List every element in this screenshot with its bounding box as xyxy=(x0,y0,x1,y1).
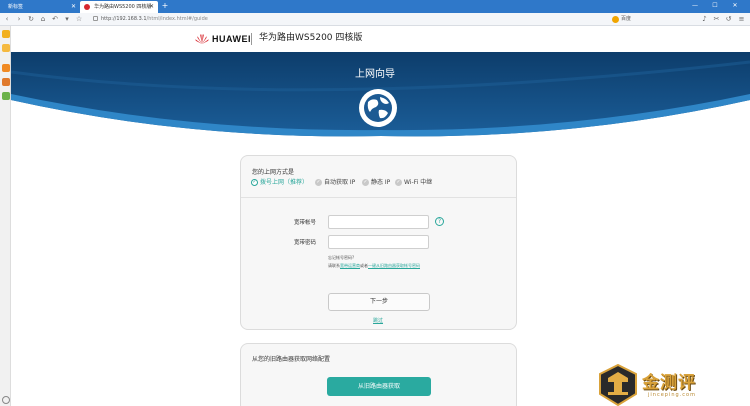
menu-chevron-icon[interactable]: ▾ xyxy=(62,13,72,26)
menu-icon[interactable]: ≡ xyxy=(737,15,746,24)
home-icon[interactable]: ⌂ xyxy=(38,13,48,26)
help-icon[interactable]: ? xyxy=(435,217,444,226)
app-icon[interactable] xyxy=(2,92,10,100)
globe-icon xyxy=(359,89,397,127)
password-label: 宽带密码 xyxy=(294,240,317,246)
fetch-credentials-link[interactable]: 一键从旧路由器获取帐号密码 xyxy=(368,263,420,268)
hint-text: 请联系 xyxy=(328,263,340,268)
account-input[interactable] xyxy=(328,215,429,229)
search-engine-icon[interactable] xyxy=(612,16,619,23)
address-bar: ‹ › ↻ ⌂ ↶ ▾ ☆ http://192.168.3.1/html/in… xyxy=(0,13,750,26)
browser-tab-bar: 新标签 ✕ 华为路由WS5200 四核版 ✕ + — ☐ ✕ xyxy=(0,0,750,13)
account-label: 宽带帐号 xyxy=(294,220,317,226)
mode-label: 拨号上网（推荐） xyxy=(260,179,309,186)
mode-pppoe[interactable]: ✓ 拨号上网（推荐） xyxy=(251,178,308,187)
watermark-sub: jinceping.com xyxy=(648,392,696,398)
mode-dhcp[interactable]: ✓ 自动获取 IP xyxy=(315,178,355,187)
watermark-text: 金测评 xyxy=(642,373,696,393)
tab-label: 华为路由WS5200 四核版 xyxy=(94,4,152,10)
back-icon[interactable]: ‹ xyxy=(2,13,12,26)
internet-setup-card: 您的上网方式是 ✓ 拨号上网（推荐） ✓ 自动获取 IP ✓ 静态 IP ✓ W… xyxy=(240,155,517,330)
migrate-card: 从您的旧路由器获取网络配置 从旧路由器获取 xyxy=(240,343,517,406)
huawei-favicon-icon xyxy=(84,4,90,10)
mode-static-ip[interactable]: ✓ 静态 IP xyxy=(362,178,390,187)
search-placeholder: 百度 xyxy=(621,16,632,22)
new-tab-button[interactable]: + xyxy=(160,0,170,13)
radio-checked-icon: ✓ xyxy=(251,179,258,186)
undo-icon[interactable]: ↶ xyxy=(50,13,60,26)
url-path: /html/index.html#/guide xyxy=(146,16,208,22)
watermark-badge-icon xyxy=(599,364,637,406)
product-name: 华为路由WS5200 四核版 xyxy=(259,33,363,43)
tab-new[interactable]: 新标签 ✕ xyxy=(0,1,80,13)
mode-label: Wi-Fi 中继 xyxy=(404,179,433,186)
mode-label: 自动获取 IP xyxy=(324,179,356,186)
undo-close-icon[interactable]: ↺ xyxy=(724,15,733,24)
reload-icon[interactable]: ↻ xyxy=(26,13,36,26)
favorites-icon[interactable] xyxy=(2,30,10,38)
skip-link[interactable]: 跳过 xyxy=(373,317,383,324)
bell-icon[interactable]: ♪ xyxy=(700,15,709,24)
radio-unchecked-icon: ✓ xyxy=(362,179,369,186)
wizard-title: 上网向导 xyxy=(355,69,395,80)
notes-icon[interactable] xyxy=(2,44,10,52)
radio-unchecked-icon: ✓ xyxy=(315,179,322,186)
close-icon[interactable]: ✕ xyxy=(149,1,154,13)
minimize-button[interactable]: — xyxy=(687,0,703,13)
radio-unchecked-icon: ✓ xyxy=(395,179,402,186)
tab-router[interactable]: 华为路由WS5200 四核版 ✕ xyxy=(80,1,158,13)
isp-link[interactable]: 宽带运营商 xyxy=(340,263,360,268)
mode-label: 静态 IP xyxy=(371,179,391,186)
password-input[interactable] xyxy=(328,235,429,249)
hint-text: 或者 xyxy=(360,263,368,268)
huawei-brand-text: HUAWEI xyxy=(212,34,251,44)
maximize-button[interactable]: ☐ xyxy=(707,0,723,13)
search-input[interactable]: 百度 xyxy=(612,15,692,24)
side-toolbar xyxy=(0,26,11,406)
url-host: http://192.168.3.1 xyxy=(101,16,147,22)
brand-bar xyxy=(11,26,750,52)
fetch-from-old-router-button[interactable]: 从旧路由器获取 xyxy=(327,377,431,396)
url-input[interactable]: http://192.168.3.1/html/index.html#/guid… xyxy=(93,15,593,24)
forgot-hint: 忘记帐号密码? xyxy=(328,255,355,260)
mode-selector: 您的上网方式是 ✓ 拨号上网（推荐） ✓ 自动获取 IP ✓ 静态 IP ✓ W… xyxy=(241,156,516,198)
contact-hint: 请联系宽带运营商或者一键从旧路由器获取帐号密码 xyxy=(328,263,420,269)
mode-section-title: 您的上网方式是 xyxy=(252,169,295,176)
forward-icon[interactable]: › xyxy=(14,13,24,26)
migrate-title: 从您的旧路由器获取网络配置 xyxy=(252,356,331,363)
next-button[interactable]: 下一步 xyxy=(328,293,430,311)
watermark: 金测评 jinceping.com xyxy=(598,364,748,406)
favorite-star-icon[interactable]: ☆ xyxy=(74,13,84,26)
close-icon[interactable]: ✕ xyxy=(71,1,76,13)
header-divider xyxy=(251,33,252,45)
huawei-logo-icon xyxy=(195,34,209,44)
settings-icon[interactable] xyxy=(2,396,10,404)
tab-label: 新标签 xyxy=(8,4,24,10)
mode-wifi-relay[interactable]: ✓ Wi-Fi 中继 xyxy=(395,178,432,187)
page-icon xyxy=(93,16,98,21)
close-window-button[interactable]: ✕ xyxy=(727,0,743,13)
scissors-icon[interactable]: ✂ xyxy=(712,15,721,24)
